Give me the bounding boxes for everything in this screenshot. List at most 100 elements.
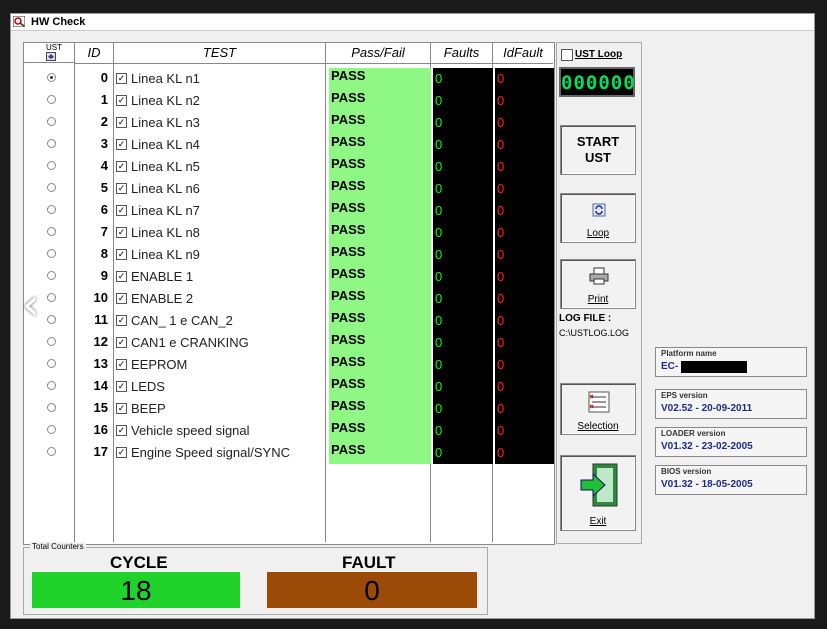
header-test[interactable]: TEST <box>114 43 325 64</box>
faults-text: 0 <box>435 379 443 394</box>
row-id: 5 <box>100 180 108 195</box>
header-ust[interactable]: UST <box>24 43 74 63</box>
table-row[interactable]: 1 ✓ Linea KL n2 PASS 0 0 <box>24 90 554 112</box>
ust-radio[interactable] <box>47 95 56 104</box>
ust-radio[interactable] <box>47 337 56 346</box>
table-row[interactable]: 16 ✓ Vehicle speed signal PASS 0 0 <box>24 420 554 442</box>
start-ust-button[interactable]: START UST <box>560 125 636 175</box>
test-checkbox[interactable]: ✓ <box>116 227 127 238</box>
table-row[interactable]: 10 ✓ ENABLE 2 PASS 0 0 <box>24 288 554 310</box>
ust-radio[interactable] <box>47 447 56 456</box>
test-checkbox[interactable]: ✓ <box>116 73 127 84</box>
table-row[interactable]: 11 ✓ CAN_ 1 e CAN_2 PASS 0 0 <box>24 310 554 332</box>
ust-radio[interactable] <box>47 271 56 280</box>
idfault-cell: 0 <box>495 332 554 354</box>
ust-radio[interactable] <box>47 183 56 192</box>
test-checkbox[interactable]: ✓ <box>116 337 127 348</box>
ust-radio[interactable] <box>47 205 56 214</box>
loop-button[interactable]: Loop <box>560 193 636 243</box>
row-id: 14 <box>93 378 108 393</box>
test-checkbox[interactable]: ✓ <box>116 359 127 370</box>
previous-arrow-icon[interactable]: ‹ <box>22 283 52 327</box>
table-row[interactable]: 8 ✓ Linea KL n9 PASS 0 0 <box>24 244 554 266</box>
test-checkbox[interactable]: ✓ <box>116 425 127 436</box>
pass-fail-text: PASS <box>331 376 366 391</box>
start-label: START <box>576 134 620 149</box>
test-checkbox[interactable]: ✓ <box>116 447 127 458</box>
idfault-cell: 0 <box>495 156 554 178</box>
ust-radio[interactable] <box>47 161 56 170</box>
ust-radio[interactable] <box>47 249 56 258</box>
pass-fail-cell: PASS <box>329 90 431 112</box>
idfault-text: 0 <box>497 247 505 262</box>
test-checkbox[interactable]: ✓ <box>116 403 127 414</box>
test-checkbox[interactable]: ✓ <box>116 293 127 304</box>
test-checkbox[interactable]: ✓ <box>116 315 127 326</box>
print-button[interactable]: Print <box>560 259 636 309</box>
table-row[interactable]: 12 ✓ CAN1 e CRANKING PASS 0 0 <box>24 332 554 354</box>
header-faults[interactable]: Faults <box>431 43 492 64</box>
idfault-cell: 0 <box>495 68 554 90</box>
ust-radio[interactable] <box>47 117 56 126</box>
pass-fail-cell: PASS <box>329 134 431 156</box>
ust-loop-checkbox[interactable] <box>561 49 573 61</box>
ust-radio[interactable] <box>47 359 56 368</box>
faults-cell: 0 <box>433 68 493 90</box>
row-id: 12 <box>93 334 108 349</box>
pass-fail-text: PASS <box>331 310 366 325</box>
pass-fail-text: PASS <box>331 200 366 215</box>
table-row[interactable]: 17 ✓ Engine Speed signal/SYNC PASS 0 0 <box>24 442 554 464</box>
header-idfault[interactable]: IdFault <box>493 43 553 64</box>
eps-version-box: EPS version V02.52 - 20-09-2011 <box>655 389 807 419</box>
selection-button[interactable]: Selection <box>560 383 636 435</box>
table-row[interactable]: 6 ✓ Linea KL n7 PASS 0 0 <box>24 200 554 222</box>
bios-title: BIOS version <box>661 467 712 476</box>
ust-radio[interactable] <box>47 381 56 390</box>
test-checkbox[interactable]: ✓ <box>116 381 127 392</box>
test-checkbox[interactable]: ✓ <box>116 161 127 172</box>
ust-radio[interactable] <box>47 227 56 236</box>
header-passfail[interactable]: Pass/Fail <box>326 43 430 64</box>
faults-cell: 0 <box>433 288 493 310</box>
ust-radio[interactable] <box>47 425 56 434</box>
idfault-cell: 0 <box>495 90 554 112</box>
ust-radio[interactable] <box>47 73 56 82</box>
ust-radio[interactable] <box>47 403 56 412</box>
pass-fail-text: PASS <box>331 420 366 435</box>
test-checkbox[interactable]: ✓ <box>116 95 127 106</box>
idfault-text: 0 <box>497 137 505 152</box>
test-name: Linea KL n7 <box>131 203 200 218</box>
header-id[interactable]: ID <box>75 43 113 64</box>
test-checkbox[interactable]: ✓ <box>116 183 127 194</box>
faults-cell: 0 <box>433 310 493 332</box>
row-id: 17 <box>93 444 108 459</box>
row-id: 1 <box>100 92 108 107</box>
table-row[interactable]: 3 ✓ Linea KL n4 PASS 0 0 <box>24 134 554 156</box>
table-row[interactable]: 7 ✓ Linea KL n8 PASS 0 0 <box>24 222 554 244</box>
test-checkbox[interactable]: ✓ <box>116 117 127 128</box>
table-row[interactable]: 4 ✓ Linea KL n5 PASS 0 0 <box>24 156 554 178</box>
idfault-cell: 0 <box>495 354 554 376</box>
table-row[interactable]: 15 ✓ BEEP PASS 0 0 <box>24 398 554 420</box>
idfault-cell: 0 <box>495 266 554 288</box>
table-row[interactable]: 2 ✓ Linea KL n3 PASS 0 0 <box>24 112 554 134</box>
table-row[interactable]: 9 ✓ ENABLE 1 PASS 0 0 <box>24 266 554 288</box>
exit-button[interactable]: Exit <box>560 455 636 531</box>
exit-door-icon <box>580 463 618 507</box>
ust-radio[interactable] <box>47 139 56 148</box>
exit-label: Exit <box>589 516 607 527</box>
table-row[interactable]: 5 ✓ Linea KL n6 PASS 0 0 <box>24 178 554 200</box>
table-row[interactable]: 13 ✓ EEPROM PASS 0 0 <box>24 354 554 376</box>
table-row[interactable]: 0 ✓ Linea KL n1 PASS 0 0 <box>24 68 554 90</box>
idfault-text: 0 <box>497 269 505 284</box>
title-bar: HW Check <box>11 14 814 31</box>
test-checkbox[interactable]: ✓ <box>116 249 127 260</box>
logfile-path: C:\USTLOG.LOG <box>559 328 630 338</box>
idfault-text: 0 <box>497 159 505 174</box>
table-row[interactable]: 14 ✓ LEDS PASS 0 0 <box>24 376 554 398</box>
test-checkbox[interactable]: ✓ <box>116 139 127 150</box>
test-checkbox[interactable]: ✓ <box>116 271 127 282</box>
counters-title: Total Counters <box>30 542 86 551</box>
pass-fail-cell: PASS <box>329 442 431 464</box>
test-checkbox[interactable]: ✓ <box>116 205 127 216</box>
